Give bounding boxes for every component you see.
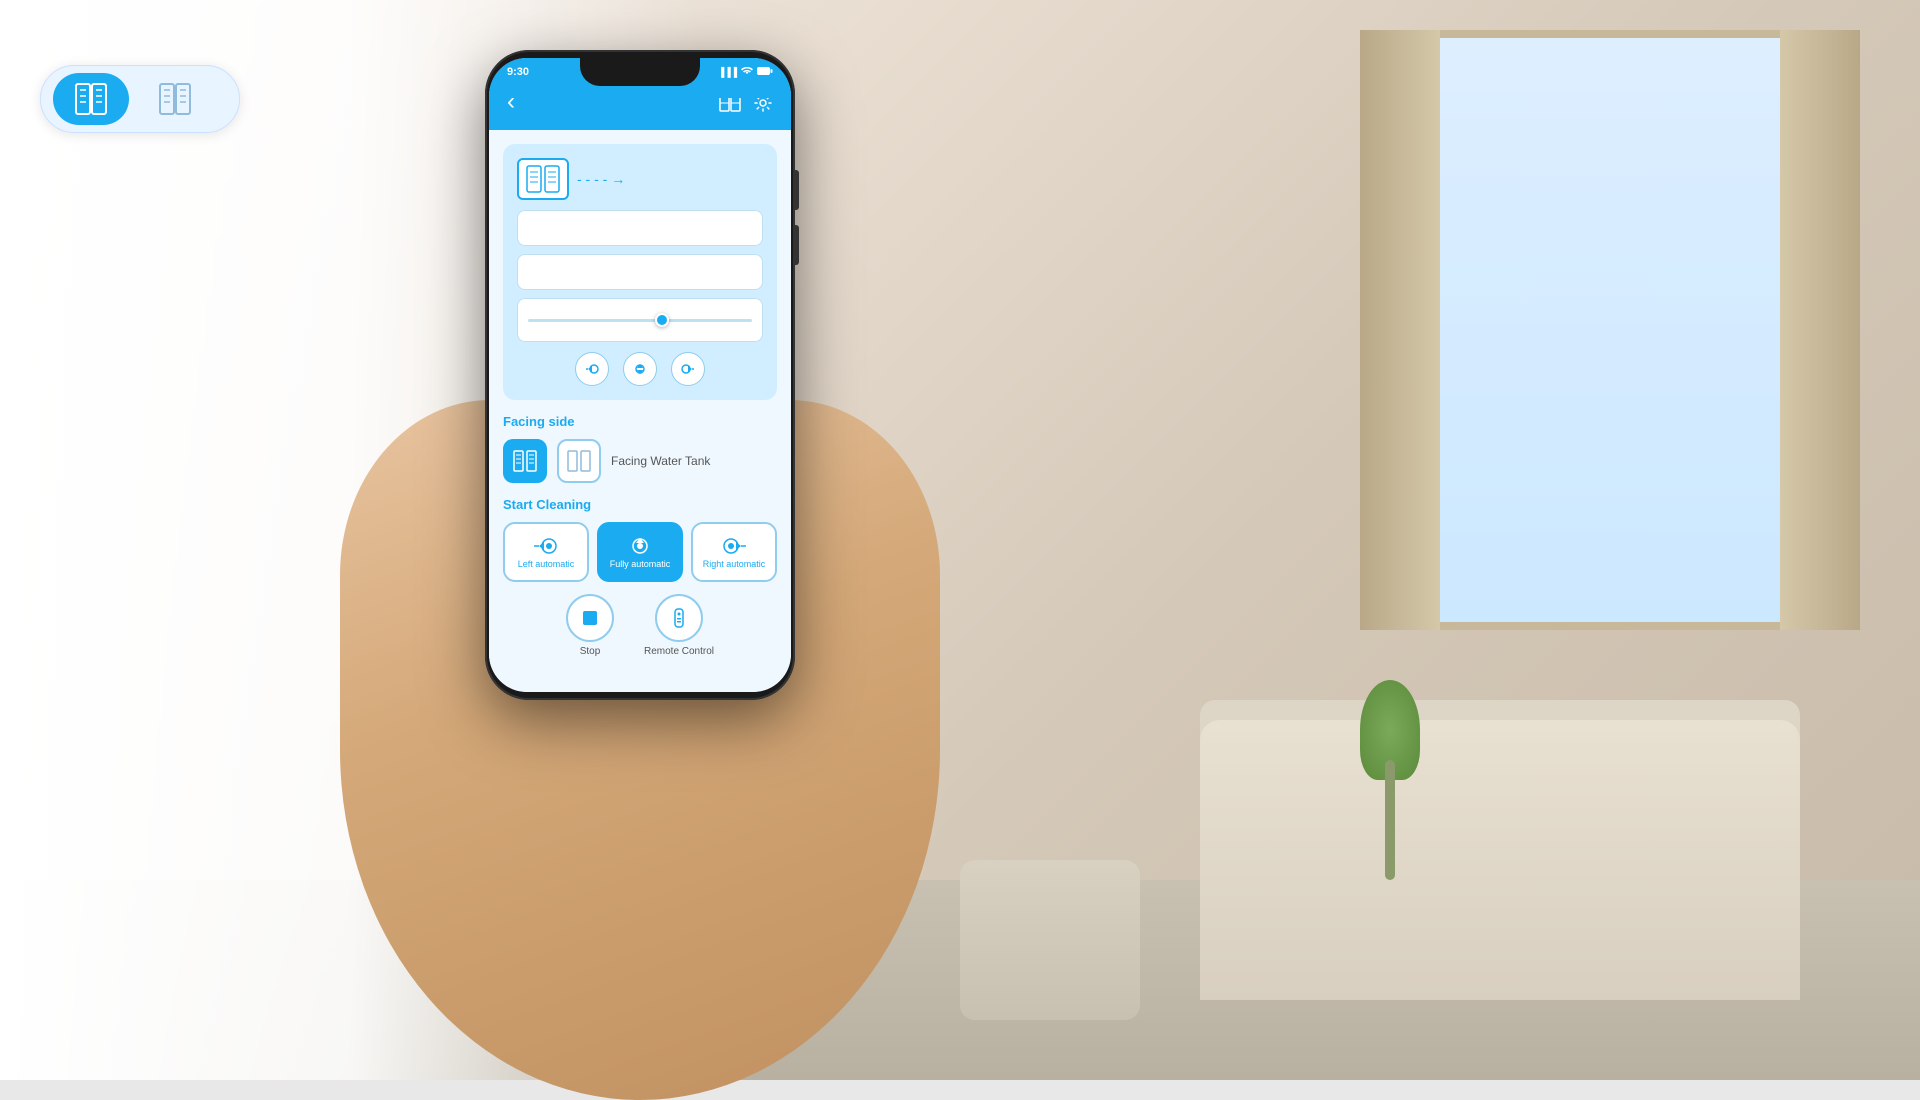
mode-toggle[interactable] (40, 65, 240, 133)
viz-slider-row[interactable] (517, 298, 763, 342)
stop-action[interactable]: Stop (566, 594, 614, 657)
remote-icon-circle (655, 594, 703, 642)
viz-row-2 (517, 254, 763, 290)
stop-icon-circle (566, 594, 614, 642)
volume-down-button[interactable] (795, 225, 799, 265)
toggle-option-1[interactable] (53, 73, 129, 125)
clean-btn-right[interactable]: Right automatic (691, 522, 777, 582)
viz-btn-right[interactable] (671, 352, 705, 386)
status-time: 9:30 (507, 66, 529, 78)
sofa (1200, 720, 1800, 1000)
signal-icon: ▐▐▐ (718, 67, 737, 77)
door-icon-2 (156, 80, 194, 118)
phone-container: 9:30 ▐▐▐ ‹ (380, 0, 900, 1080)
facing-label: Facing Water Tank (611, 454, 710, 468)
facing-btn-1[interactable] (503, 439, 547, 483)
slider-thumb[interactable] (655, 313, 669, 327)
plant (1360, 680, 1420, 880)
start-cleaning-title: Start Cleaning (503, 497, 777, 512)
wifi-icon (741, 66, 753, 78)
clean-btn-left-label: Left automatic (518, 559, 575, 569)
clean-btn-right-label: Right automatic (703, 559, 766, 569)
facing-side-title: Facing side (503, 414, 777, 429)
app-content: - - - - → (489, 130, 791, 692)
stop-label: Stop (580, 646, 601, 657)
clean-btn-left[interactable]: Left automatic (503, 522, 589, 582)
toggle-option-2[interactable] (137, 73, 213, 125)
ottoman (960, 860, 1140, 1020)
clean-btn-center[interactable]: Fully automatic (597, 522, 683, 582)
phone: 9:30 ▐▐▐ ‹ (485, 50, 795, 700)
clean-btn-center-label: Fully automatic (610, 559, 671, 569)
door-icon-1 (72, 80, 110, 118)
cleaning-buttons-row: Left automatic Fully automatic (503, 522, 777, 582)
curtain-right (1780, 30, 1860, 630)
viz-row-1 (517, 210, 763, 246)
phone-notch (580, 58, 700, 86)
status-icons: ▐▐▐ (718, 66, 773, 78)
facing-btn-2[interactable] (557, 439, 601, 483)
viz-btn-center[interactable] (623, 352, 657, 386)
device-icon-box (517, 158, 569, 200)
battery-icon (757, 66, 773, 78)
viz-device-row: - - - - → (517, 158, 763, 200)
facing-row: Facing Water Tank (503, 439, 777, 483)
viz-btn-left[interactable] (575, 352, 609, 386)
remote-control-label: Remote Control (644, 646, 714, 657)
curtain-left (1360, 30, 1440, 630)
viz-control-buttons (517, 352, 763, 386)
remote-control-action[interactable]: Remote Control (644, 594, 714, 657)
bottom-actions: Stop Remote Control (503, 594, 777, 657)
slider-track (528, 319, 752, 322)
window (1400, 30, 1820, 630)
phone-screen: 9:30 ▐▐▐ ‹ (489, 58, 791, 692)
arrow-right-icon: - - - - → (577, 171, 625, 187)
viz-area: - - - - → (503, 144, 777, 400)
volume-up-button[interactable] (795, 170, 799, 210)
